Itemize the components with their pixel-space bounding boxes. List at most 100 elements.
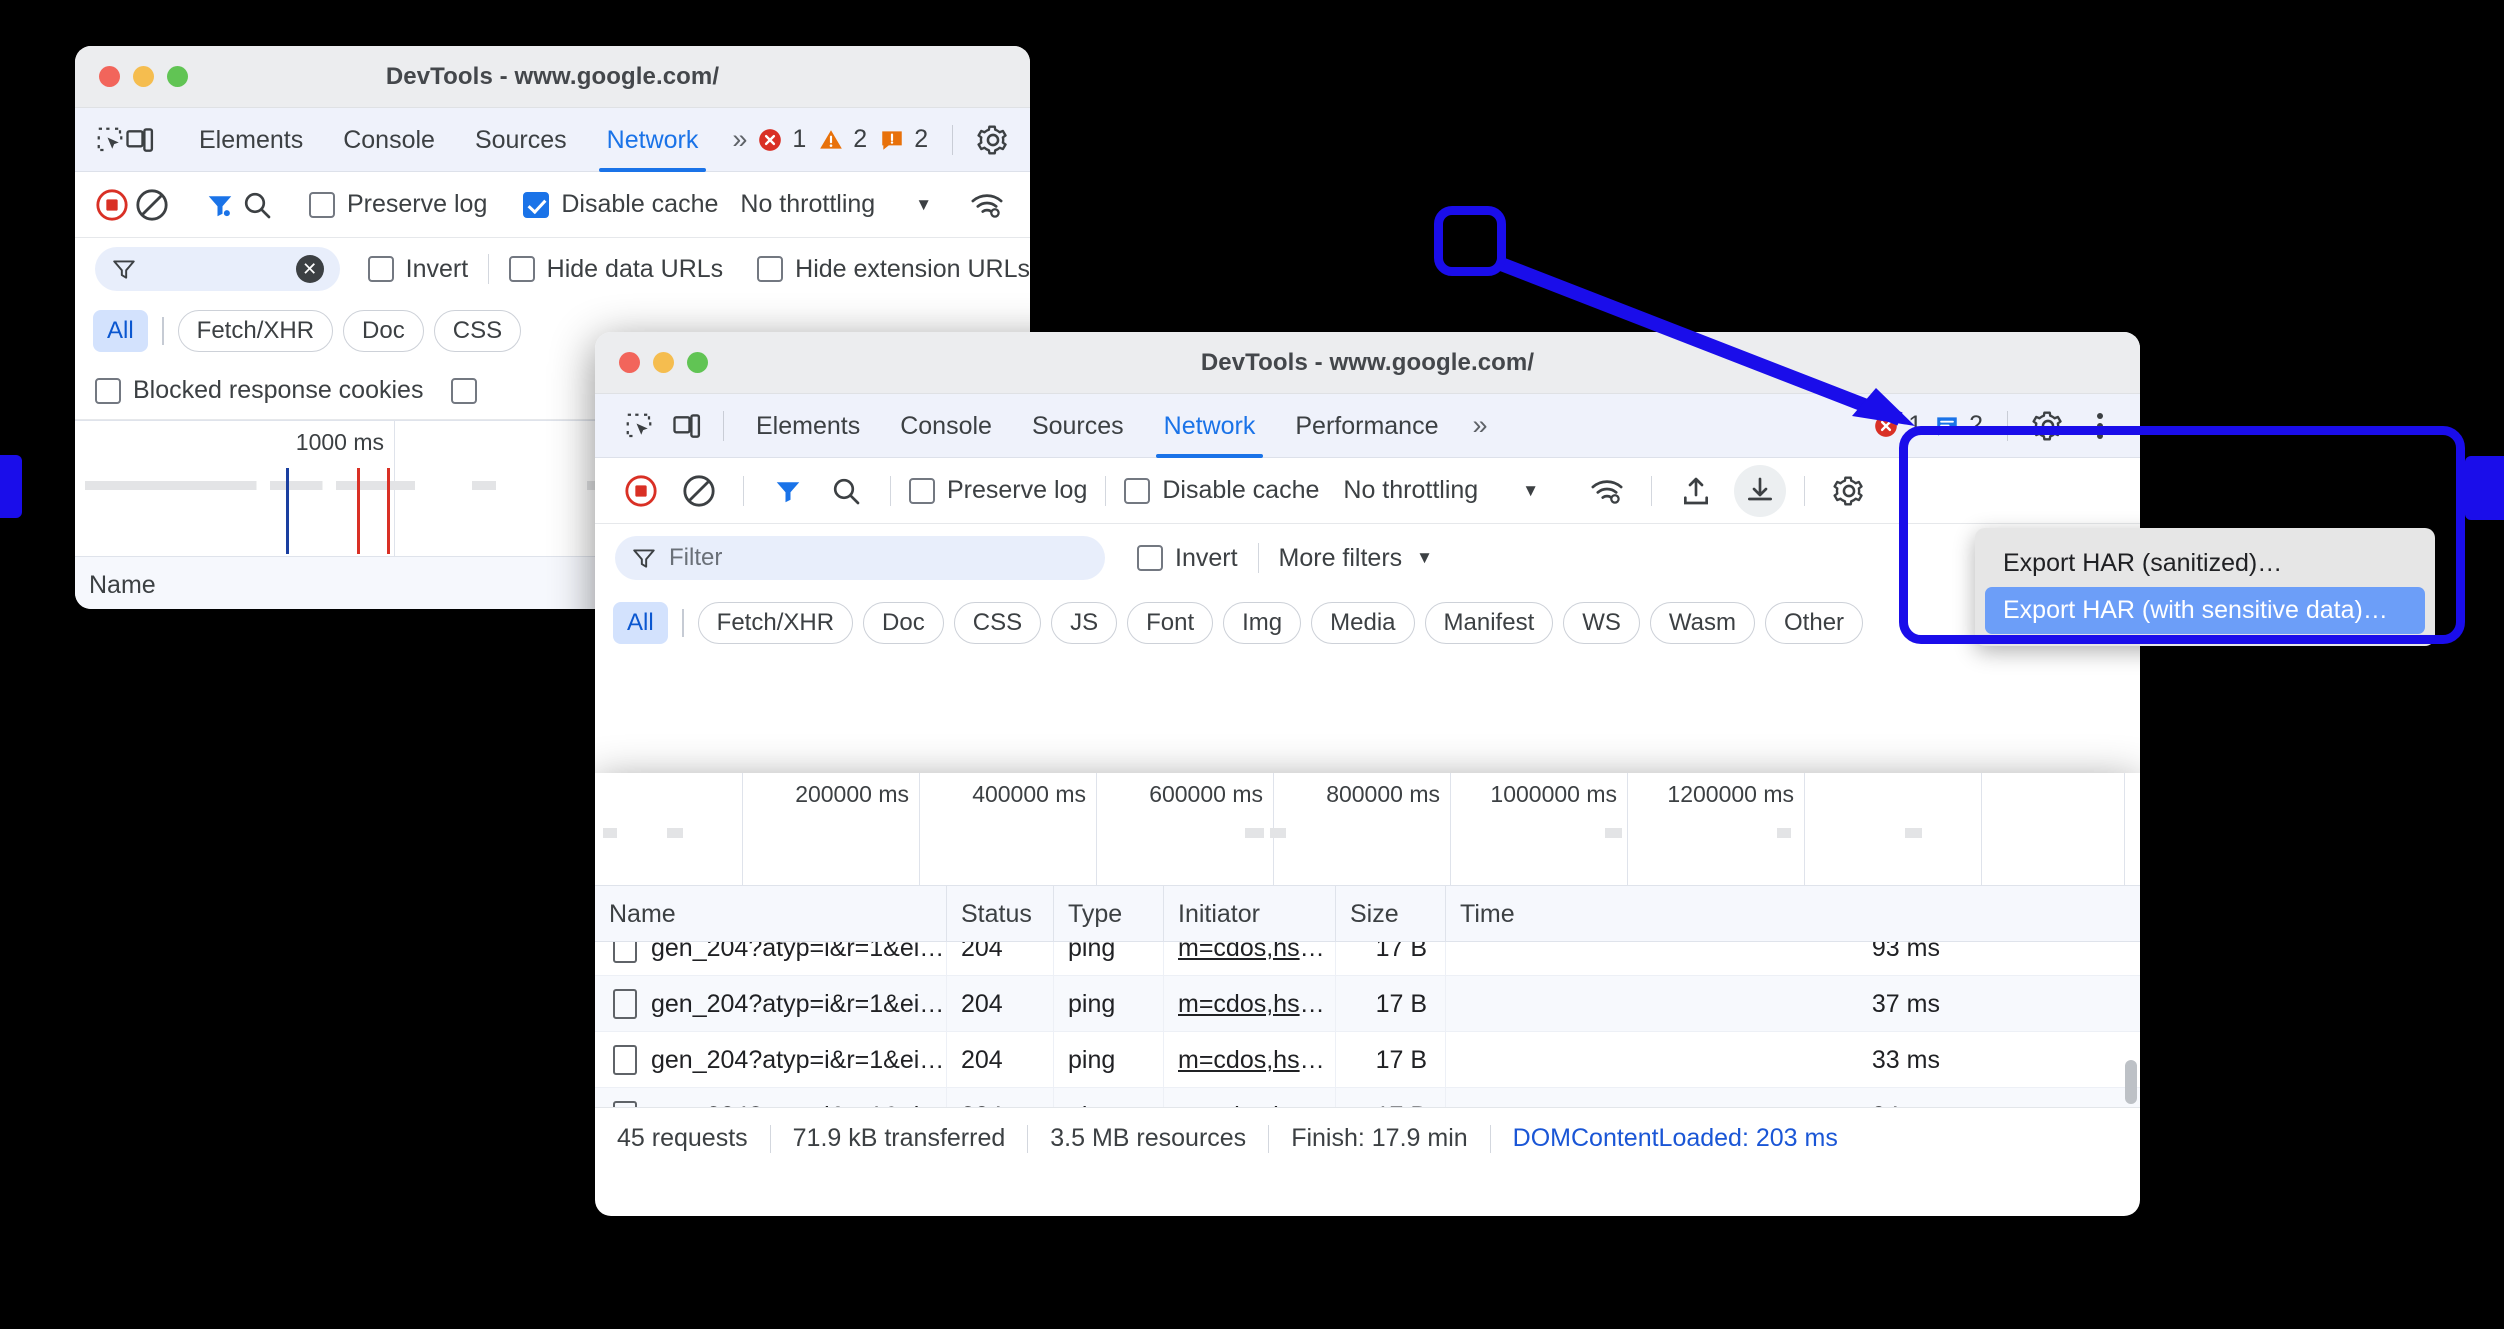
tab-elements[interactable]: Elements	[736, 394, 880, 458]
download-export-har-icon[interactable]	[1734, 464, 1787, 517]
kebab-menu-icon[interactable]	[1021, 118, 1030, 162]
window2-titlebar[interactable]: DevTools - www.google.com/	[595, 332, 2140, 394]
wifi-settings-icon[interactable]	[1581, 465, 1633, 517]
column-header-initiator[interactable]: Initiator	[1164, 885, 1336, 942]
chip-ws[interactable]: WS	[1563, 602, 1640, 644]
tab-performance[interactable]: Performance	[1275, 394, 1458, 458]
menu-item-export-har-sensitive[interactable]: Export HAR (with sensitive data)…	[1985, 587, 2425, 634]
chevron-down-icon[interactable]: ▼	[1522, 481, 1539, 501]
overview-scroll-gutter[interactable]	[2124, 773, 2140, 885]
row-name-cell[interactable]: gen_204?atyp=i&r=1&ei=_G31Zo…	[595, 1031, 947, 1088]
wifi-settings-icon[interactable]	[970, 179, 1004, 231]
info-counter[interactable]: 2	[1934, 411, 1983, 440]
chevron-down-icon[interactable]: ▼	[915, 195, 932, 215]
devtools-window-2[interactable]: DevTools - www.google.com/ Elements Cons…	[595, 332, 2140, 773]
record-stop-icon[interactable]	[615, 465, 667, 517]
window2-tabbar-right[interactable]: 1 2	[1873, 404, 2140, 448]
tab-network[interactable]: Network	[1144, 394, 1276, 458]
initiator-link[interactable]: m=cdos,hsm,jsa,m	[1178, 1102, 1335, 1108]
chip-manifest[interactable]: Manifest	[1424, 602, 1554, 644]
throttling-select[interactable]: No throttling	[740, 190, 875, 219]
funnel-filter-icon[interactable]	[762, 465, 814, 517]
close-button[interactable]	[619, 352, 640, 373]
column-header-size[interactable]: Size	[1336, 885, 1446, 942]
disable-cache-box[interactable]	[1124, 477, 1151, 504]
chip-media[interactable]: Media	[1311, 602, 1415, 644]
row-initiator[interactable]: m=cdos,hsm,jsa,m	[1164, 1031, 1336, 1088]
tab-network[interactable]: Network	[587, 108, 719, 172]
hide-extension-urls-box[interactable]	[757, 256, 784, 282]
filter-input[interactable]: Filter	[669, 544, 722, 572]
column-header-name[interactable]: Name	[595, 885, 947, 942]
window2-table-body[interactable]: gen_204?atyp=i&r=1&ei=_G31Zo… 204 ping m…	[595, 942, 2140, 1107]
blocked-cookies-box[interactable]	[95, 377, 121, 404]
menu-item-export-har-sanitized[interactable]: Export HAR (sanitized)…	[1985, 540, 2425, 587]
minimize-button[interactable]	[133, 66, 154, 87]
window2-overview-timeline[interactable]: 200000 ms 400000 ms 600000 ms 800000 ms …	[595, 773, 2140, 886]
error-counter[interactable]: 1	[757, 125, 806, 154]
column-header-status[interactable]: Status	[947, 885, 1054, 942]
window1-traffic-lights[interactable]	[75, 66, 188, 87]
row-initiator[interactable]: m=cdos,hsm,jsa,m	[1164, 1087, 1336, 1108]
window2-network-toolbar[interactable]: Preserve log Disable cache No throttling…	[595, 458, 2140, 524]
devtools-window-2-body[interactable]: 200000 ms 400000 ms 600000 ms 800000 ms …	[595, 773, 2140, 1216]
filter-input-wrap[interactable]: ✕	[95, 247, 340, 291]
hide-data-urls-checkbox[interactable]: Hide data URLs	[508, 255, 723, 284]
window1-filter-row[interactable]: ✕ Invert Hide data URLs Hide extension U…	[75, 238, 1030, 300]
row-name-cell[interactable]: gen_204?atyp=i&r=1&ei=_G31Zo…	[595, 1087, 947, 1107]
disable-cache-checkbox[interactable]: Disable cache	[523, 190, 718, 219]
chip-all[interactable]: All	[613, 602, 668, 644]
chip-doc[interactable]: Doc	[863, 602, 944, 644]
maximize-button[interactable]	[167, 66, 188, 87]
close-button[interactable]	[99, 66, 120, 87]
table-row[interactable]: gen_204?atyp=i&r=1&ei=_G31Zo… 204 ping m…	[595, 975, 2140, 1032]
window1-tabbar[interactable]: Elements Console Sources Network » 1 2 2	[75, 108, 1030, 172]
throttling-select[interactable]: No throttling	[1343, 476, 1478, 505]
gear-icon[interactable]	[2024, 404, 2072, 448]
clear-no-entry-icon[interactable]	[135, 179, 169, 231]
invert-checkbox[interactable]: Invert	[367, 255, 468, 284]
row-initiator[interactable]: m=cdos,hsm,jsa,m	[1164, 942, 1336, 976]
chip-all[interactable]: All	[93, 310, 148, 352]
row-initiator[interactable]: m=cdos,hsm,jsa,m	[1164, 975, 1336, 1032]
initiator-link[interactable]: m=cdos,hsm,jsa,m	[1178, 990, 1335, 1018]
column-header-type[interactable]: Type	[1054, 885, 1164, 942]
clear-x-icon[interactable]: ✕	[295, 255, 324, 283]
invert-box[interactable]	[1137, 545, 1163, 571]
window1-network-toolbar[interactable]: Preserve log Disable cache No throttling…	[75, 172, 1030, 238]
chip-other[interactable]: Other	[1765, 602, 1864, 644]
record-stop-icon[interactable]	[95, 179, 129, 231]
disable-cache-box[interactable]	[523, 191, 550, 218]
upload-import-har-icon[interactable]	[1670, 465, 1722, 517]
clear-no-entry-icon[interactable]	[673, 465, 725, 517]
window2-tabbar[interactable]: Elements Console Sources Network Perform…	[595, 394, 2140, 458]
warning-counter[interactable]: 2	[818, 125, 867, 154]
table-row[interactable]: gen_204?atyp=i&r=1&ei=_G31Zo… 204 ping m…	[595, 942, 2140, 976]
search-icon[interactable]	[241, 179, 273, 231]
chip-css[interactable]: CSS	[953, 602, 1042, 644]
hide-extension-urls-checkbox[interactable]: Hide extension URLs	[757, 255, 1030, 284]
table-vertical-scrollbar[interactable]	[2125, 1060, 2137, 1104]
invert-checkbox[interactable]: Invert	[1137, 544, 1238, 573]
chip-img[interactable]: Img	[1223, 602, 1302, 644]
gear-icon[interactable]	[969, 118, 1017, 162]
window2-traffic-lights[interactable]	[595, 352, 708, 373]
inspect-element-icon[interactable]	[95, 118, 125, 162]
tab-elements[interactable]: Elements	[179, 108, 323, 172]
chip-fetch-xhr[interactable]: Fetch/XHR	[177, 310, 334, 352]
initiator-link[interactable]: m=cdos,hsm,jsa,m	[1178, 942, 1335, 962]
chevron-down-icon[interactable]: ▼	[1416, 548, 1433, 568]
chevron-double-right-icon[interactable]: »	[1458, 410, 1497, 441]
kebab-menu-icon[interactable]	[2076, 404, 2124, 448]
chip-font[interactable]: Font	[1127, 602, 1214, 644]
blocked-response-cookies-checkbox[interactable]: Blocked response cookies	[95, 376, 423, 405]
tab-console[interactable]: Console	[880, 394, 1012, 458]
row-name-cell[interactable]: gen_204?atyp=i&r=1&ei=_G31Zo…	[595, 942, 947, 976]
network-settings-gear-icon[interactable]	[1823, 465, 1875, 517]
initiator-link[interactable]: m=cdos,hsm,jsa,m	[1178, 1046, 1335, 1074]
chip-wasm[interactable]: Wasm	[1649, 602, 1756, 644]
chip-fetch-xhr[interactable]: Fetch/XHR	[697, 602, 854, 644]
hide-data-urls-box[interactable]	[508, 256, 535, 282]
chip-js[interactable]: JS	[1051, 602, 1118, 644]
row-name-cell[interactable]: gen_204?atyp=i&r=1&ei=_G31Zo…	[595, 975, 947, 1032]
